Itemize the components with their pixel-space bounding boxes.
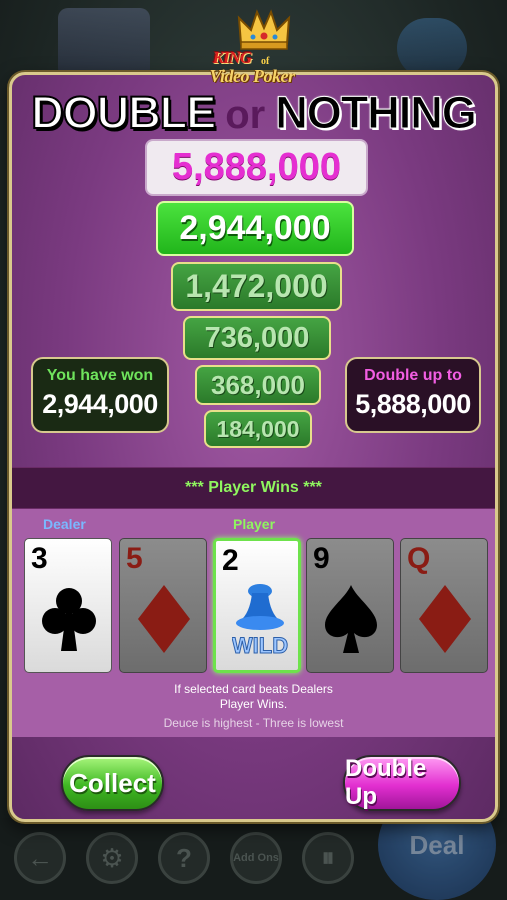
king-of-video-poker-logo: KING of Video Poker	[185, 6, 321, 90]
result-message: *** Player Wins ***	[12, 467, 495, 509]
wild-text: WILD	[232, 633, 288, 658]
rule-hint: Player Wins.	[219, 697, 288, 711]
player-label: Player	[233, 516, 276, 532]
crown-icon	[237, 9, 291, 50]
double-up-to-value: 5,888,000	[355, 389, 471, 419]
ladder-current-value: 2,944,000	[156, 201, 354, 256]
logo-subtitle: Video Poker	[209, 66, 296, 86]
double-or-nothing-panel: DOUBLE or NOTHING 5,888,000 2,944,000 1,47…	[9, 72, 498, 822]
title-nothing: NOTHING	[275, 87, 477, 139]
dealer-card: 3	[24, 538, 112, 673]
background-character	[58, 8, 150, 78]
panel-title: DOUBLE or NOTHING	[12, 86, 495, 139]
player-option-card[interactable]: Q	[400, 538, 488, 673]
diamond-icon	[138, 585, 190, 653]
card-rank: 5	[126, 542, 143, 575]
gear-icon: ⚙	[86, 832, 138, 884]
back-arrow-icon: ←	[14, 832, 66, 884]
collect-button[interactable]: Collect	[61, 755, 164, 811]
ladder-top-value: 5,888,000	[145, 139, 368, 196]
double-up-to-label: Double up to	[364, 367, 462, 384]
card-rank: Q	[407, 542, 431, 575]
wild-pin-icon: WILD	[232, 584, 288, 659]
card-rank: 2	[222, 544, 239, 577]
ladder-step: 368,000	[195, 365, 321, 405]
player-option-card[interactable]: 9	[306, 538, 394, 673]
double-up-to-box: Double up to 5,888,000	[345, 357, 481, 433]
spade-icon	[325, 585, 377, 653]
logo-king-text: KING	[212, 48, 253, 67]
you-have-won-box: You have won 2,944,000	[31, 357, 169, 433]
title-double: DOUBLE	[30, 86, 217, 139]
club-icon	[42, 588, 96, 651]
game-screen: ← ⚙ ? Add Ons ⏸ Deal KING of Video Poker…	[0, 0, 507, 900]
ladder-step: 184,000	[204, 410, 312, 448]
add-ons-icon: Add Ons	[230, 832, 282, 884]
rule-hint: If selected card beats Dealers	[174, 682, 333, 696]
player-option-card[interactable]: 5	[119, 538, 207, 673]
double-up-button[interactable]: Double Up	[343, 755, 461, 811]
you-have-won-label: You have won	[46, 367, 154, 384]
card-area: Dealer Player 3 5 2 WILD 9 Q If selected…	[12, 509, 495, 737]
pause-icon: ⏸	[302, 832, 354, 884]
dealer-label: Dealer	[43, 516, 86, 532]
card-rank: 3	[31, 542, 48, 575]
ladder-step: 1,472,000	[171, 262, 342, 311]
selected-player-card[interactable]: 2 WILD	[213, 538, 301, 673]
title-or: or	[225, 93, 266, 137]
diamond-icon	[419, 585, 471, 653]
help-icon: ?	[158, 832, 210, 884]
ladder-step: 736,000	[183, 316, 331, 360]
rank-hint: Deuce is highest - Three is lowest	[163, 716, 344, 730]
you-have-won-value: 2,944,000	[42, 389, 158, 419]
card-rank: 9	[313, 542, 330, 575]
background-character-right	[397, 18, 467, 78]
